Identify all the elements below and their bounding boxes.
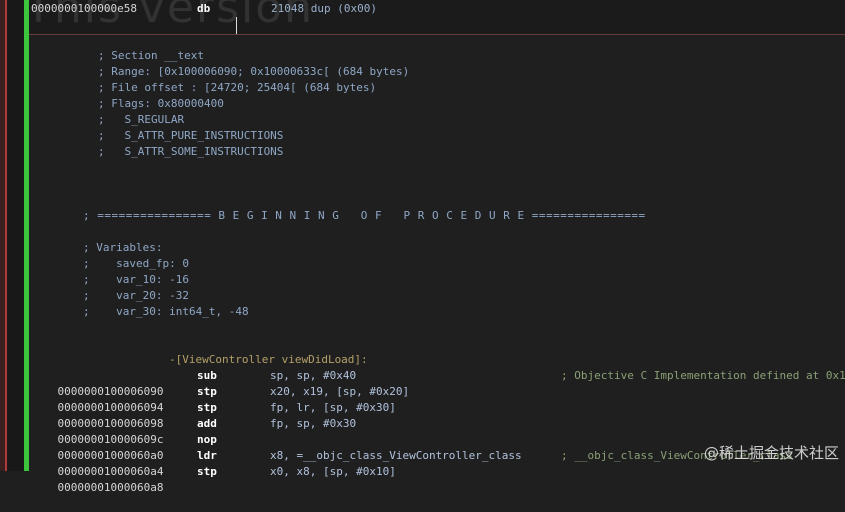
instruction-mnemonic: stp: [197, 465, 217, 478]
instruction-row[interactable]: 0000000100006090: [31, 368, 164, 398]
section-comment: ; Range: [0x100006090; 0x10000633c[ (684…: [98, 65, 410, 78]
instruction-row[interactable]: 00000001000060a4: [31, 448, 164, 478]
section-comment: ; S_REGULAR: [98, 113, 185, 126]
instruction-operands: fp, lr, [sp, #0x30]: [270, 401, 396, 414]
current-mnemonic: db: [197, 2, 211, 15]
section-comment: ; File offset : [24720; 25404[ (684 byte…: [98, 81, 377, 94]
current-line-bar[interactable]: This version 0000000100000e58 db 21048 d…: [25, 0, 845, 35]
section-comment: ; Section __text: [98, 49, 204, 62]
variables-comment: ; var_30: int64_t, -48: [83, 305, 249, 318]
current-operands: 21048 dup (0x00): [271, 2, 377, 15]
current-address[interactable]: 0000000100000e58: [31, 2, 137, 15]
instruction-address[interactable]: 00000001000060a8: [58, 481, 164, 494]
breakpoint-gutter[interactable]: [0, 0, 7, 471]
instruction-mnemonic: ldr: [197, 449, 217, 462]
procedure-banner: ; ================ B E G I N N I N G O F…: [83, 209, 646, 222]
instruction-operands: x8, =__objc_class_ViewController_class: [270, 449, 522, 462]
instruction-mnemonic: stp: [197, 385, 217, 398]
section-comment: ; S_ATTR_PURE_INSTRUCTIONS: [98, 129, 284, 142]
section-comment: ; Flags: 0x80000400: [98, 97, 224, 110]
instruction-operands: fp, sp, #0x30: [270, 417, 357, 430]
variables-comment: ; var_10: -16: [83, 273, 189, 286]
instruction-mnemonic: nop: [197, 433, 217, 446]
instruction-comment: ; Objective C Implementation defined at …: [561, 369, 845, 382]
disassembly-listing[interactable]: ; Section __text ; Range: [0x100006090; …: [29, 35, 845, 494]
instruction-row[interactable]: 000000010000609c: [31, 416, 164, 446]
instruction-operands: sp, sp, #0x40: [270, 369, 357, 382]
instruction-operands: x0, x8, [sp, #0x10]: [270, 465, 396, 478]
procedure-label[interactable]: -[ViewController viewDidLoad]:: [169, 352, 368, 368]
instruction-operands: x20, x19, [sp, #0x20]: [270, 385, 410, 398]
variables-comment: ; saved_fp: 0: [83, 257, 189, 270]
variables-comment: ; var_20: -32: [83, 289, 189, 302]
section-comment: ; S_ATTR_SOME_INSTRUCTIONS: [98, 145, 284, 158]
instruction-row[interactable]: 0000000100006094: [31, 384, 164, 414]
site-watermark: @稀土掘金技术社区: [703, 444, 839, 462]
line-gutter: [7, 0, 24, 471]
text-caret: [236, 17, 237, 34]
instruction-mnemonic: sub: [197, 369, 217, 382]
instruction-row[interactable]: 0000000100006098: [31, 400, 164, 430]
instruction-mnemonic: stp: [197, 401, 217, 414]
variables-comment: ; Variables:: [83, 241, 163, 254]
instruction-mnemonic: add: [197, 417, 217, 430]
instruction-row[interactable]: 00000001000060a8: [31, 464, 164, 494]
instruction-row[interactable]: 00000001000060a0: [31, 432, 164, 462]
